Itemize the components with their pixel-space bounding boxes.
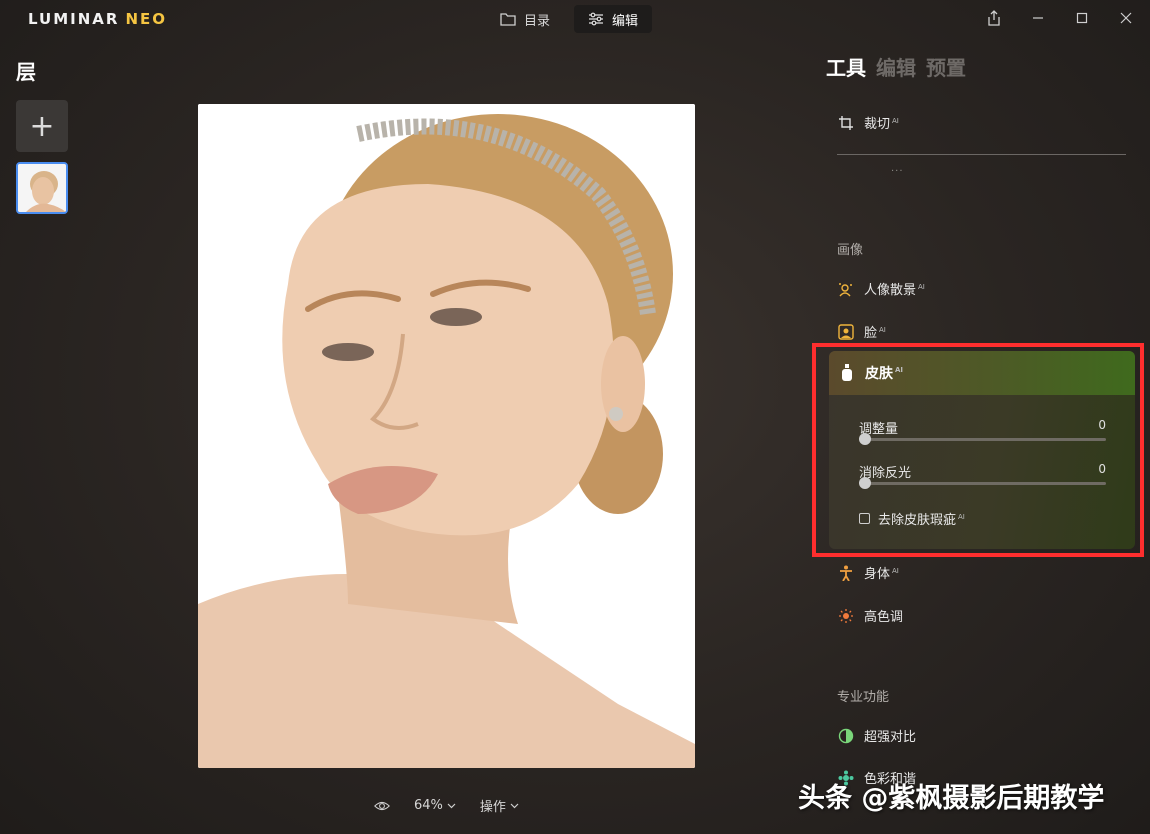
right-panel-tabs: 工具 编辑 预置: [826, 52, 966, 81]
tool-portrait-bokeh[interactable]: 人像散景 AI: [838, 279, 925, 298]
tab-catalog-label: 目录: [524, 13, 551, 29]
tool-supercontrast[interactable]: 超强对比: [838, 726, 916, 745]
app-logo: LUMINAR NEO: [28, 10, 167, 28]
folder-icon: [500, 11, 516, 27]
logo-main: LUMINAR: [28, 10, 120, 28]
tool-high-key[interactable]: 高色调: [838, 606, 903, 625]
tab-tools[interactable]: 工具: [826, 52, 866, 81]
logo-accent: NEO: [125, 10, 167, 28]
chevron-down-icon: [447, 798, 456, 813]
share-icon[interactable]: [984, 8, 1004, 28]
portrait-bokeh-icon: [838, 281, 854, 297]
tab-presets[interactable]: 预置: [926, 52, 966, 81]
tab-edit-label: 编辑: [612, 13, 639, 29]
plus-icon: +: [29, 108, 55, 144]
add-layer-button[interactable]: +: [16, 100, 68, 152]
eye-icon: [374, 798, 390, 814]
ai-badge: AI: [892, 566, 899, 575]
photo-canvas[interactable]: [198, 104, 695, 768]
title-bar: LUMINAR NEO 目录 编辑: [0, 0, 1150, 38]
tool-crop[interactable]: 裁切 AI: [838, 113, 899, 132]
divider: [837, 154, 1126, 155]
crop-icon: [838, 115, 854, 131]
ai-badge: AI: [892, 116, 899, 125]
tool-portrait-bokeh-label: 人像散景: [864, 283, 917, 298]
close-icon[interactable]: [1116, 8, 1136, 28]
tab-edits[interactable]: 编辑: [876, 52, 916, 81]
face-icon: [838, 323, 854, 340]
tool-crop-label: 裁切: [864, 117, 891, 132]
layer-thumbnail[interactable]: [16, 162, 68, 214]
chevron-down-icon: [510, 798, 519, 813]
ai-badge: AI: [918, 282, 925, 291]
top-nav: 目录 编辑: [486, 5, 653, 33]
section-portrait: 画像: [837, 243, 864, 258]
section-pro: 专业功能: [837, 690, 890, 705]
tool-face-label: 脸: [864, 326, 878, 341]
tool-body-label: 身体: [864, 567, 891, 582]
tool-supercontrast-label: 超强对比: [864, 730, 917, 745]
zoom-value: 64%: [414, 798, 443, 813]
portrait-photo: [198, 104, 695, 768]
tool-face[interactable]: 脸 AI: [838, 322, 886, 341]
tab-catalog[interactable]: 目录: [486, 5, 564, 33]
preview-toggle[interactable]: [374, 798, 390, 814]
minimize-icon[interactable]: [1028, 8, 1048, 28]
sliders-icon: [588, 11, 604, 27]
actions-dropdown[interactable]: 操作: [480, 796, 519, 815]
bottom-bar: 64% 操作: [374, 796, 519, 815]
more-dots[interactable]: ···: [891, 166, 904, 177]
layers-title: 层: [16, 60, 36, 84]
body-icon: [838, 565, 854, 581]
window-controls: [984, 8, 1136, 28]
supercontrast-icon: [838, 728, 854, 744]
tool-body[interactable]: 身体 AI: [838, 563, 899, 582]
ai-badge: AI: [879, 325, 886, 334]
maximize-icon[interactable]: [1072, 8, 1092, 28]
watermark-text: 头条 @紫枫摄影后期教学: [798, 783, 1105, 814]
tool-high-key-label: 高色调: [864, 610, 904, 625]
portrait-thumbnail-image: [18, 164, 66, 212]
tab-edit[interactable]: 编辑: [574, 5, 653, 33]
zoom-dropdown[interactable]: 64%: [414, 798, 456, 813]
annotation-highlight-box: [812, 343, 1144, 557]
high-key-icon: [838, 608, 854, 624]
actions-label: 操作: [479, 800, 506, 815]
